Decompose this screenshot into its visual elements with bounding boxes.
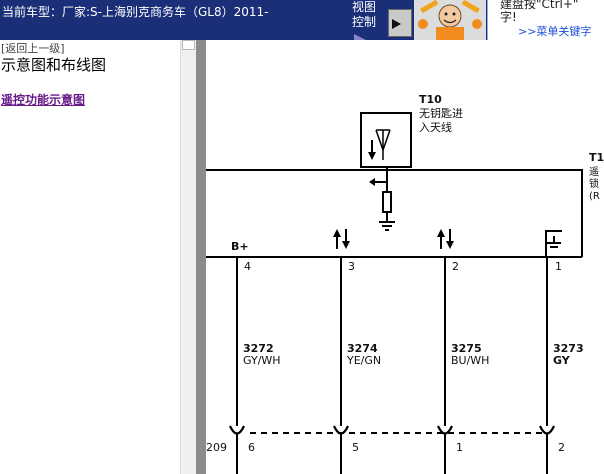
wire-color: GY xyxy=(553,354,571,367)
hint-panel: 建盘按"Ctrl+" 字! >>菜单关键字 xyxy=(487,0,604,40)
module-pin-number: 1 xyxy=(555,260,562,273)
module-pin-number: 3 xyxy=(348,260,355,273)
wiring-diagram: T10 无钥匙进 入天线 T1 遥 锁 (R B+ 4 3 2 1 3272 G… xyxy=(206,93,604,474)
module-pin-number: 2 xyxy=(452,260,459,273)
play-arrow-icon xyxy=(392,19,401,29)
wire-color: YE/GN xyxy=(346,354,381,367)
scrollbar-thumb[interactable] xyxy=(182,40,195,50)
module-box-top-edge xyxy=(206,169,583,229)
connector-pin-number: 2 xyxy=(558,441,565,454)
connector-pin-number: 5 xyxy=(352,441,359,454)
vertical-scrollbar[interactable] xyxy=(180,40,196,474)
ground-symbol-icon xyxy=(545,230,562,257)
connector-id: 209 xyxy=(206,441,227,454)
navigation-pane: [返回上一级] 示意图和布线图 遥控功能示意图 xyxy=(0,40,180,474)
top-header-bar: 当前车型：厂家:S-上海别克商务车（GL8）2011- 视图 控制 建盘按"Ct… xyxy=(0,0,604,40)
power-label: B+ xyxy=(231,240,249,253)
wire-color: GY/WH xyxy=(243,354,281,367)
connector-pin-number: 6 xyxy=(248,441,255,454)
mechanic-mascot-icon xyxy=(414,0,486,40)
antenna-icon xyxy=(368,129,391,160)
module-label-line2: 锁 xyxy=(589,177,599,190)
view-control-label-1: 视图 xyxy=(352,0,377,14)
view-control-label-2: 控制 xyxy=(352,15,377,29)
view-control-button[interactable]: 视图 控制 xyxy=(352,0,386,40)
current-vehicle-title: 当前车型：厂家:S-上海别克商务车（GL8）2011- xyxy=(2,5,269,19)
antenna-name-line2: 入天线 xyxy=(419,120,452,134)
module-label-line3: (R xyxy=(589,191,600,202)
section-title: 示意图和布线图 xyxy=(1,56,107,74)
module-label-line1: 遥 xyxy=(589,165,599,178)
menu-keyword-link[interactable]: >>菜单关键字 xyxy=(518,23,591,39)
hint-text-line2: 字! xyxy=(500,10,517,24)
antenna-id-label: T10 xyxy=(419,93,442,106)
module-pin-number: 4 xyxy=(244,260,251,273)
remote-control-diagram-link[interactable]: 遥控功能示意图 xyxy=(1,91,85,108)
antenna-name-line1: 无钥匙进 xyxy=(419,106,463,120)
connector-pin-number: 1 xyxy=(456,441,463,454)
module-id-label: T1 xyxy=(589,151,604,164)
bidirectional-arrow-icon-pin3 xyxy=(333,229,350,249)
toolbar-toggle-button[interactable] xyxy=(388,9,412,37)
pane-splitter[interactable] xyxy=(196,40,206,474)
bidirectional-arrow-icon-pin2 xyxy=(437,229,454,249)
wire-color: BU/WH xyxy=(451,354,489,367)
mechanic-mascot-image xyxy=(414,0,486,40)
antenna-feed-resistor xyxy=(369,167,395,231)
